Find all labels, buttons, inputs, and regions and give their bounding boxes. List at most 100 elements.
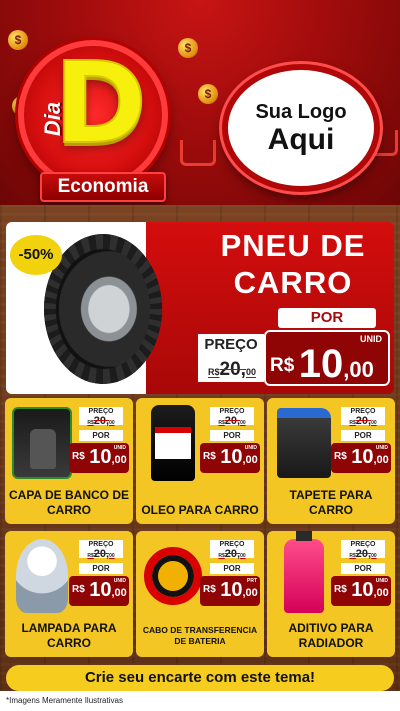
car-mat-icon [277,408,331,478]
hero-old-price-int: 20, [219,359,246,380]
product-price: R$ 10,00 [334,446,389,469]
product-image [11,537,73,615]
product-currency: R$ [72,584,85,595]
product-price-box: UNID R$ 10,00 [69,576,129,606]
hero-currency: R$ [270,355,295,376]
product-image [273,531,335,615]
product-price-cents: ,00 [373,587,389,599]
product-old-price-box: PREÇO R$20,00 [341,407,385,428]
oil-bottle-icon [151,405,195,481]
radiator-additive-icon [284,531,324,613]
hero-old-price-cents: 00 [245,367,256,377]
product-card[interactable]: PREÇO R$20,00 POR UNID R$ 10,00 TAPETE PARA C… [267,398,395,524]
coin-icon: $ [198,84,218,104]
product-old-price-cents: 00 [240,553,246,559]
product-image [142,537,204,615]
product-card[interactable]: PREÇO R$20,00 POR PRT R$ 10,00 CABO DE TRANSF… [136,531,264,657]
badge-d-letter: D [53,39,148,169]
product-price-int: 10 [220,446,243,468]
product-old-price-int: 20, [224,548,241,560]
product-card[interactable]: PREÇO R$20,00 POR UNID R$ 10,00 ADITIVO PARA … [267,531,395,657]
product-price-box: UNID R$ 10,00 [200,443,260,473]
product-price: R$ 10,00 [72,446,127,469]
logo-placeholder[interactable]: Sua Logo Aqui [222,64,380,192]
product-old-price-int: 20, [355,548,372,560]
cta-banner[interactable]: Crie seu encarte com este tema! [6,665,394,691]
product-price-int: 10 [89,579,112,601]
disclaimer-footer: *Imagens Meramente Ilustrativas [0,691,400,711]
product-price-cents: ,00 [111,454,127,466]
product-por-label: POR [341,430,385,441]
product-card[interactable]: PREÇO R$20,00 POR UNID R$ 10,00 OLEO PARA CAR… [136,398,264,524]
hero-price: R$ 10,00 [270,342,374,387]
product-price-cents: ,00 [242,454,258,466]
product-preco-label: PREÇO [219,541,245,548]
product-preco-label: PREÇO [350,408,376,415]
product-price: R$ 10,00 [203,579,258,602]
hero-price-cents: ,00 [343,357,374,382]
product-price: R$ 10,00 [72,579,127,602]
product-preco-label: PREÇO [88,541,114,548]
product-por-label: POR [79,430,123,441]
product-card[interactable]: PREÇO R$20,00 POR UNID R$ 10,00 CAPA DE BANCO… [5,398,133,524]
product-price-int: 10 [351,446,374,468]
product-preco-label: PREÇO [350,541,376,548]
product-price-box: UNID R$ 10,00 [69,443,129,473]
product-old-price-box: PREÇO R$20,00 [79,540,123,561]
shopping-cart-icon [180,140,216,166]
product-old-price-cents: 00 [109,420,115,426]
product-name: CABO DE TRANSFERENCIA DE BATERIA [142,625,258,646]
hero-por-label: POR [278,308,376,328]
product-price-cents: ,00 [111,587,127,599]
economia-ribbon: Economia [40,172,166,202]
product-old-price-int: 20, [93,548,110,560]
product-name: TAPETE PARA CARRO [289,488,373,517]
product-name: CAPA DE BANCO DE CARRO [8,488,129,517]
product-currency: R$ [203,584,216,595]
product-price-cents: ,00 [373,454,389,466]
hero-price-int: 10 [298,342,344,386]
product-old-price: R$20,00 [79,416,123,428]
coin-icon: $ [8,30,28,50]
product-price: R$ 10,00 [203,446,258,469]
product-old-price-cents: 00 [240,420,246,426]
product-currency: R$ [72,451,85,462]
coin-icon: $ [178,38,198,58]
product-name: ADITIVO PARA RADIADOR [288,621,374,650]
product-por-label: POR [79,563,123,574]
dia-d-badge: Dia D [18,40,168,190]
product-image [11,404,73,482]
product-name: OLEO PARA CARRO [141,503,259,517]
product-por-label: POR [210,430,254,441]
product-old-price-cents: 00 [371,420,377,426]
product-price-box: UNID R$ 10,00 [331,576,391,606]
product-old-price: R$20,00 [210,549,254,561]
product-price-int: 10 [351,579,374,601]
product-price: R$ 10,00 [334,579,389,602]
hero-old-currency: R$ [208,367,220,377]
product-price-int: 10 [220,579,243,601]
product-old-price-cents: 00 [109,553,115,559]
product-old-price-int: 20, [93,415,110,427]
product-old-price: R$20,00 [341,416,385,428]
product-old-price-cents: 00 [371,553,377,559]
hero-preco-label: PREÇO [204,336,258,353]
product-old-price-int: 20, [355,415,372,427]
product-old-price-box: PREÇO R$20,00 [210,540,254,561]
product-preco-label: PREÇO [88,408,114,415]
product-price-int: 10 [89,446,112,468]
product-por-label: POR [341,563,385,574]
product-old-price: R$20,00 [79,549,123,561]
hero-old-price: R$20,00 [200,359,264,381]
battery-cable-icon [144,547,202,605]
product-preco-label: PREÇO [219,408,245,415]
product-image [142,404,204,482]
product-currency: R$ [334,584,347,595]
hero-title-line2: CARRO [233,264,353,300]
product-old-price-box: PREÇO R$20,00 [341,540,385,560]
discount-badge: -50% [10,235,62,275]
hero-price-box: UNID R$ 10,00 [264,330,390,386]
product-card[interactable]: PREÇO R$20,00 POR UNID R$ 10,00 LAMPADA PARA … [5,531,133,657]
product-currency: R$ [203,451,216,462]
product-image [273,404,335,482]
